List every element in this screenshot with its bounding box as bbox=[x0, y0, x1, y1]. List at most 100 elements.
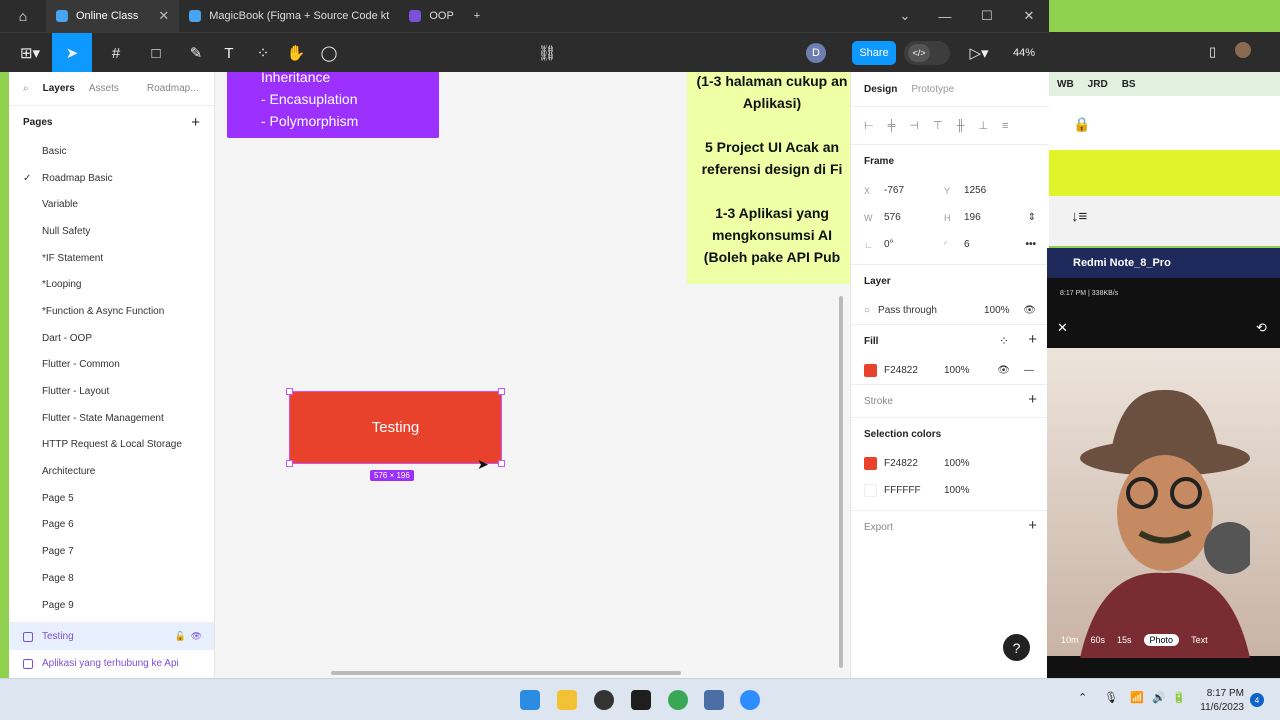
app-icon[interactable] bbox=[704, 690, 724, 710]
color-hex[interactable]: F24822 bbox=[884, 458, 918, 469]
align-top-icon[interactable]: ⊤ bbox=[933, 119, 943, 132]
comment-icon[interactable]: ◯ bbox=[316, 33, 342, 73]
page-item[interactable]: Page 6 bbox=[9, 512, 214, 539]
frame-tool-icon[interactable]: # bbox=[98, 33, 134, 73]
text-tool-icon[interactable]: T bbox=[216, 33, 242, 73]
figma-icon[interactable] bbox=[631, 690, 651, 710]
color-swatch[interactable] bbox=[864, 484, 877, 497]
page-item[interactable]: *IF Statement bbox=[9, 245, 214, 272]
resize-handle[interactable] bbox=[286, 460, 293, 467]
wifi-icon[interactable]: 📶 bbox=[1130, 691, 1144, 704]
canvas[interactable]: Inheritance - Encasuplation - Polymorphi… bbox=[215, 72, 850, 678]
page-item[interactable]: *Looping bbox=[9, 271, 214, 298]
page-item[interactable]: Null Safety bbox=[9, 218, 214, 245]
yellow-note-frame[interactable]: (1-3 halaman cukup an Aplikasi) 5 Projec… bbox=[687, 72, 850, 284]
page-item[interactable]: Flutter - Layout bbox=[9, 378, 214, 405]
align-bottom-icon[interactable]: ⊥ bbox=[978, 119, 988, 132]
chrome-icon[interactable] bbox=[668, 690, 688, 710]
add-stroke-icon[interactable]: + bbox=[1028, 391, 1037, 408]
search-icon[interactable]: ⌕ bbox=[23, 83, 29, 94]
tray-chevron-icon[interactable]: ⌃ bbox=[1078, 691, 1087, 704]
align-right-icon[interactable]: ⊣ bbox=[909, 119, 919, 132]
close-icon[interactable]: ✕ bbox=[1057, 320, 1068, 336]
main-menu-icon[interactable]: ⊞▾ bbox=[12, 33, 48, 73]
chevron-down-icon[interactable]: ⌄ bbox=[884, 0, 926, 32]
page-item[interactable]: Page 9 bbox=[9, 592, 214, 619]
w-input[interactable]: 576 bbox=[884, 212, 944, 223]
align-center-icon[interactable]: ╪ bbox=[888, 120, 896, 132]
rotation-input[interactable]: 0° bbox=[884, 239, 944, 250]
avatar[interactable]: D bbox=[806, 43, 826, 63]
mode-15s[interactable]: 15s bbox=[1117, 635, 1132, 645]
blend-mode-select[interactable]: Pass through bbox=[878, 305, 937, 316]
page-item[interactable]: ✓ Roadmap Basic bbox=[9, 165, 214, 192]
mode-60s[interactable]: 60s bbox=[1091, 635, 1106, 645]
tab-online-class[interactable]: Online Class ✕ bbox=[46, 0, 180, 32]
page-item[interactable]: Page 8 bbox=[9, 565, 214, 592]
layer-opacity[interactable]: 100% bbox=[984, 305, 1010, 316]
shape-tool-icon[interactable]: □ bbox=[138, 33, 174, 73]
mode-photo[interactable]: Photo bbox=[1143, 634, 1180, 646]
layer-aplikasi[interactable]: Aplikasi yang terhubung ke Api bbox=[9, 650, 214, 677]
switch-camera-icon[interactable]: ⟲ bbox=[1256, 320, 1267, 336]
link-icon[interactable]: ⛓ bbox=[534, 33, 560, 73]
horizontal-scrollbar[interactable] bbox=[331, 671, 681, 675]
page-item[interactable]: Basic bbox=[9, 138, 214, 165]
notification-badge[interactable]: 4 bbox=[1250, 693, 1264, 707]
resize-handle[interactable] bbox=[498, 388, 505, 395]
new-tab-button[interactable]: + bbox=[464, 0, 490, 32]
sort-icon[interactable]: ↓≡ bbox=[1071, 208, 1087, 225]
eye-icon[interactable]: 👁 bbox=[191, 631, 202, 642]
lock-icon[interactable]: 🔓 bbox=[175, 631, 186, 642]
color-swatch[interactable] bbox=[864, 457, 877, 470]
start-icon[interactable] bbox=[520, 690, 540, 710]
home-icon[interactable]: ⌂ bbox=[0, 0, 46, 32]
bookmark-bs[interactable]: BS bbox=[1122, 79, 1136, 90]
add-fill-icon[interactable]: + bbox=[1028, 331, 1037, 348]
present-button[interactable]: ▷▾ bbox=[962, 33, 996, 73]
zoom-icon[interactable] bbox=[740, 690, 760, 710]
h-input[interactable]: 196 bbox=[964, 212, 981, 223]
eye-icon[interactable]: 👁 bbox=[997, 365, 1010, 376]
fill-opacity[interactable]: 100% bbox=[944, 365, 970, 376]
add-export-icon[interactable]: + bbox=[1028, 517, 1037, 534]
resize-handle[interactable] bbox=[498, 460, 505, 467]
page-item[interactable]: Page 7 bbox=[9, 538, 214, 565]
sidebar-icon[interactable]: ▯ bbox=[1209, 44, 1216, 60]
more-options-icon[interactable]: ••• bbox=[1025, 239, 1036, 250]
clock[interactable]: 8:17 PM 11/6/2023 bbox=[1200, 687, 1244, 715]
tab-oop[interactable]: OOP bbox=[399, 0, 463, 32]
avatar[interactable] bbox=[1235, 42, 1251, 58]
file-explorer-icon[interactable] bbox=[557, 690, 577, 710]
align-left-icon[interactable]: ⊢ bbox=[864, 119, 874, 132]
page-item[interactable]: Page 5 bbox=[9, 485, 214, 512]
resize-handle[interactable] bbox=[286, 388, 293, 395]
y-input[interactable]: 1256 bbox=[964, 185, 986, 196]
mode-text[interactable]: Text bbox=[1191, 635, 1208, 645]
help-button[interactable]: ? bbox=[1003, 634, 1030, 661]
close-tab-icon[interactable]: ✕ bbox=[158, 8, 169, 24]
bookmark-wb[interactable]: WB bbox=[1057, 79, 1074, 90]
minimize-button[interactable]: — bbox=[924, 0, 966, 32]
zoom-level[interactable]: 44% bbox=[1004, 33, 1044, 73]
vertical-scrollbar[interactable] bbox=[839, 296, 843, 668]
constrain-proportions-icon[interactable]: ⇕ bbox=[1028, 212, 1036, 223]
tab-layers[interactable]: Layers bbox=[43, 83, 75, 94]
add-page-icon[interactable]: + bbox=[191, 114, 200, 131]
page-item[interactable]: *Function & Async Function bbox=[9, 298, 214, 325]
page-item[interactable]: HTTP Request & Local Storage bbox=[9, 432, 214, 459]
move-tool-button[interactable]: ➤ bbox=[52, 33, 92, 73]
hand-tool-icon[interactable]: ✋ bbox=[282, 33, 310, 73]
color-hex[interactable]: FFFFFF bbox=[884, 485, 921, 496]
layer-testing[interactable]: Testing 🔓 👁 bbox=[9, 623, 214, 651]
tab-prototype[interactable]: Prototype bbox=[911, 84, 954, 95]
tab-design[interactable]: Design bbox=[864, 84, 897, 95]
mic-icon[interactable]: 🎙 bbox=[1104, 691, 1118, 704]
bookmark-jrd[interactable]: JRD bbox=[1088, 79, 1108, 90]
testing-frame[interactable]: Testing bbox=[286, 388, 505, 467]
align-middle-icon[interactable]: ╫ bbox=[957, 120, 965, 132]
page-item[interactable]: Dart - OOP bbox=[9, 325, 214, 352]
page-item[interactable]: Flutter - Common bbox=[9, 352, 214, 379]
styles-icon[interactable]: ⁘ bbox=[999, 334, 1009, 348]
tab-page-dropdown[interactable]: Roadmap... bbox=[147, 83, 199, 94]
